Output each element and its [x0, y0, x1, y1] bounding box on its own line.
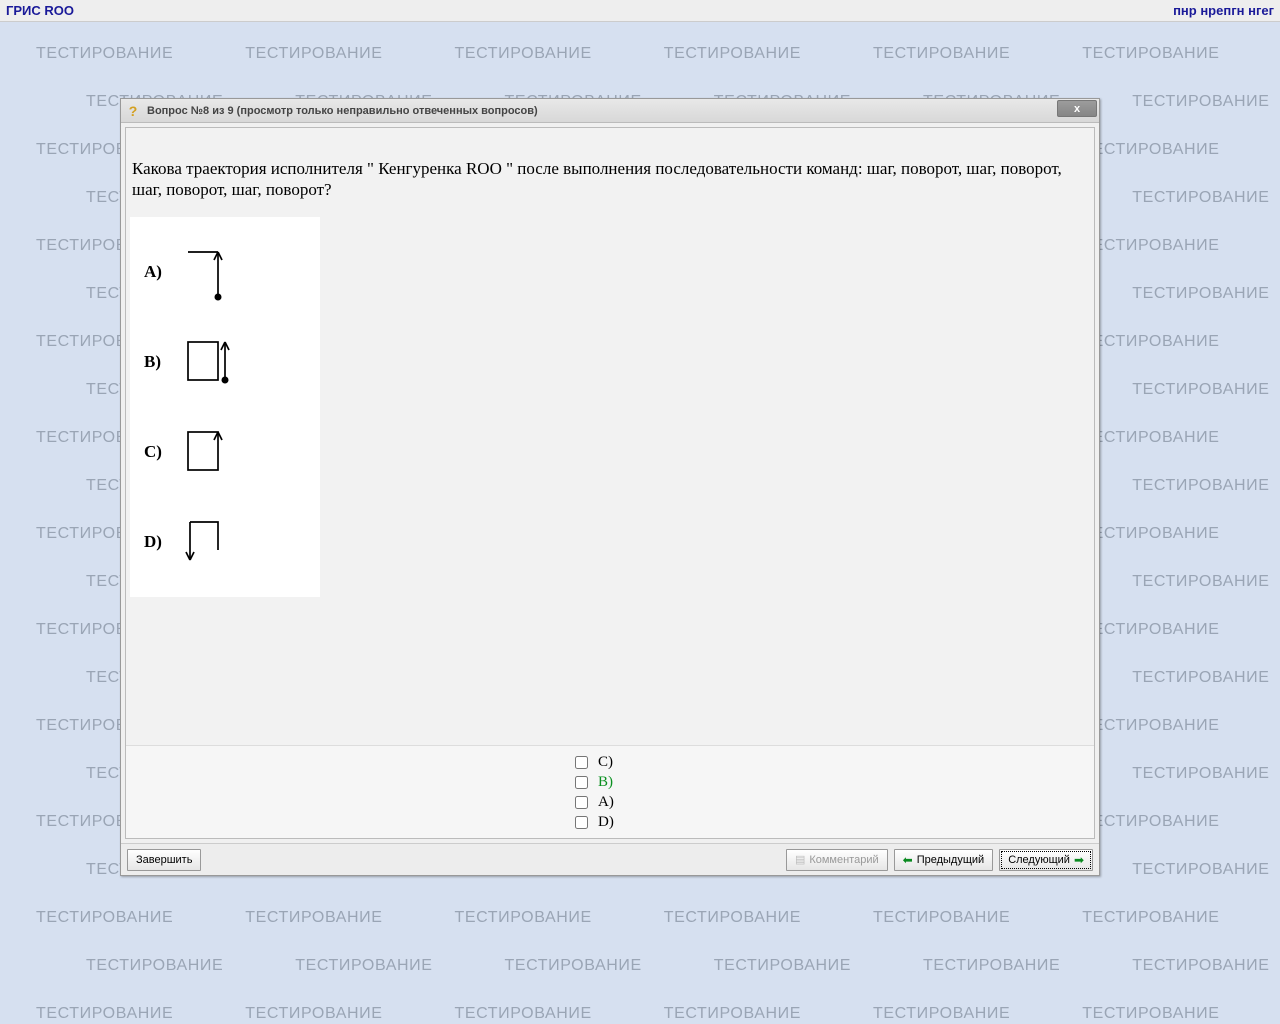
- option-b-label: B): [136, 352, 178, 372]
- window-footer: Завершить ▤ Комментарий ⬅ Предыдущий Сле…: [121, 843, 1099, 875]
- comment-icon: ▤: [795, 853, 805, 866]
- comment-button[interactable]: ▤ Комментарий: [786, 849, 888, 871]
- answer-label: A): [598, 794, 614, 811]
- question-window: ? Вопрос №8 из 9 (просмотр только неправ…: [120, 98, 1100, 876]
- window-content: Какова траектория исполнителя " Кенгурен…: [125, 127, 1095, 839]
- answer-label: D): [598, 814, 614, 831]
- answer-label: B): [598, 774, 613, 791]
- answer-checkbox[interactable]: [575, 776, 588, 789]
- next-button[interactable]: Следующий ➡: [999, 849, 1093, 871]
- option-c-row: C): [136, 407, 314, 497]
- answer-row: D): [575, 812, 645, 832]
- question-text: Какова траектория исполнителя " Кенгурен…: [126, 128, 1094, 207]
- answer-label: C): [598, 754, 613, 771]
- option-d-diagram: [178, 512, 238, 572]
- answer-checkbox[interactable]: [575, 796, 588, 809]
- window-title: Вопрос №8 из 9 (просмотр только неправил…: [147, 105, 538, 117]
- option-a-label: A): [136, 262, 178, 282]
- options-image-area: A) B) C): [130, 217, 320, 597]
- answer-checkbox[interactable]: [575, 756, 588, 769]
- close-icon: x: [1074, 103, 1080, 115]
- option-d-label: D): [136, 532, 178, 552]
- option-d-row: D): [136, 497, 314, 587]
- answer-row: A): [575, 792, 645, 812]
- app-topbar: ГРИС ROO пнр нрепгн нгег: [0, 0, 1280, 22]
- arrow-left-icon: ⬅: [903, 853, 913, 867]
- answer-row: C): [575, 752, 645, 772]
- option-c-diagram: [178, 422, 238, 482]
- finish-button[interactable]: Завершить: [127, 849, 201, 871]
- question-mark-icon: ?: [125, 103, 141, 119]
- option-a-diagram: [178, 242, 238, 302]
- option-b-diagram: [178, 332, 238, 392]
- previous-button[interactable]: ⬅ Предыдущий: [894, 849, 994, 871]
- option-a-row: A): [136, 227, 314, 317]
- window-titlebar: ? Вопрос №8 из 9 (просмотр только неправ…: [121, 99, 1099, 123]
- answers-panel: C) B) A) D): [126, 745, 1094, 838]
- option-b-row: B): [136, 317, 314, 407]
- arrow-right-icon: ➡: [1074, 853, 1084, 867]
- app-title: ГРИС ROO: [6, 3, 74, 18]
- close-button[interactable]: x: [1057, 100, 1097, 117]
- app-header-right: пнр нрепгн нгег: [1173, 3, 1274, 18]
- option-c-label: C): [136, 442, 178, 462]
- answer-checkbox[interactable]: [575, 816, 588, 829]
- answer-row: B): [575, 772, 645, 792]
